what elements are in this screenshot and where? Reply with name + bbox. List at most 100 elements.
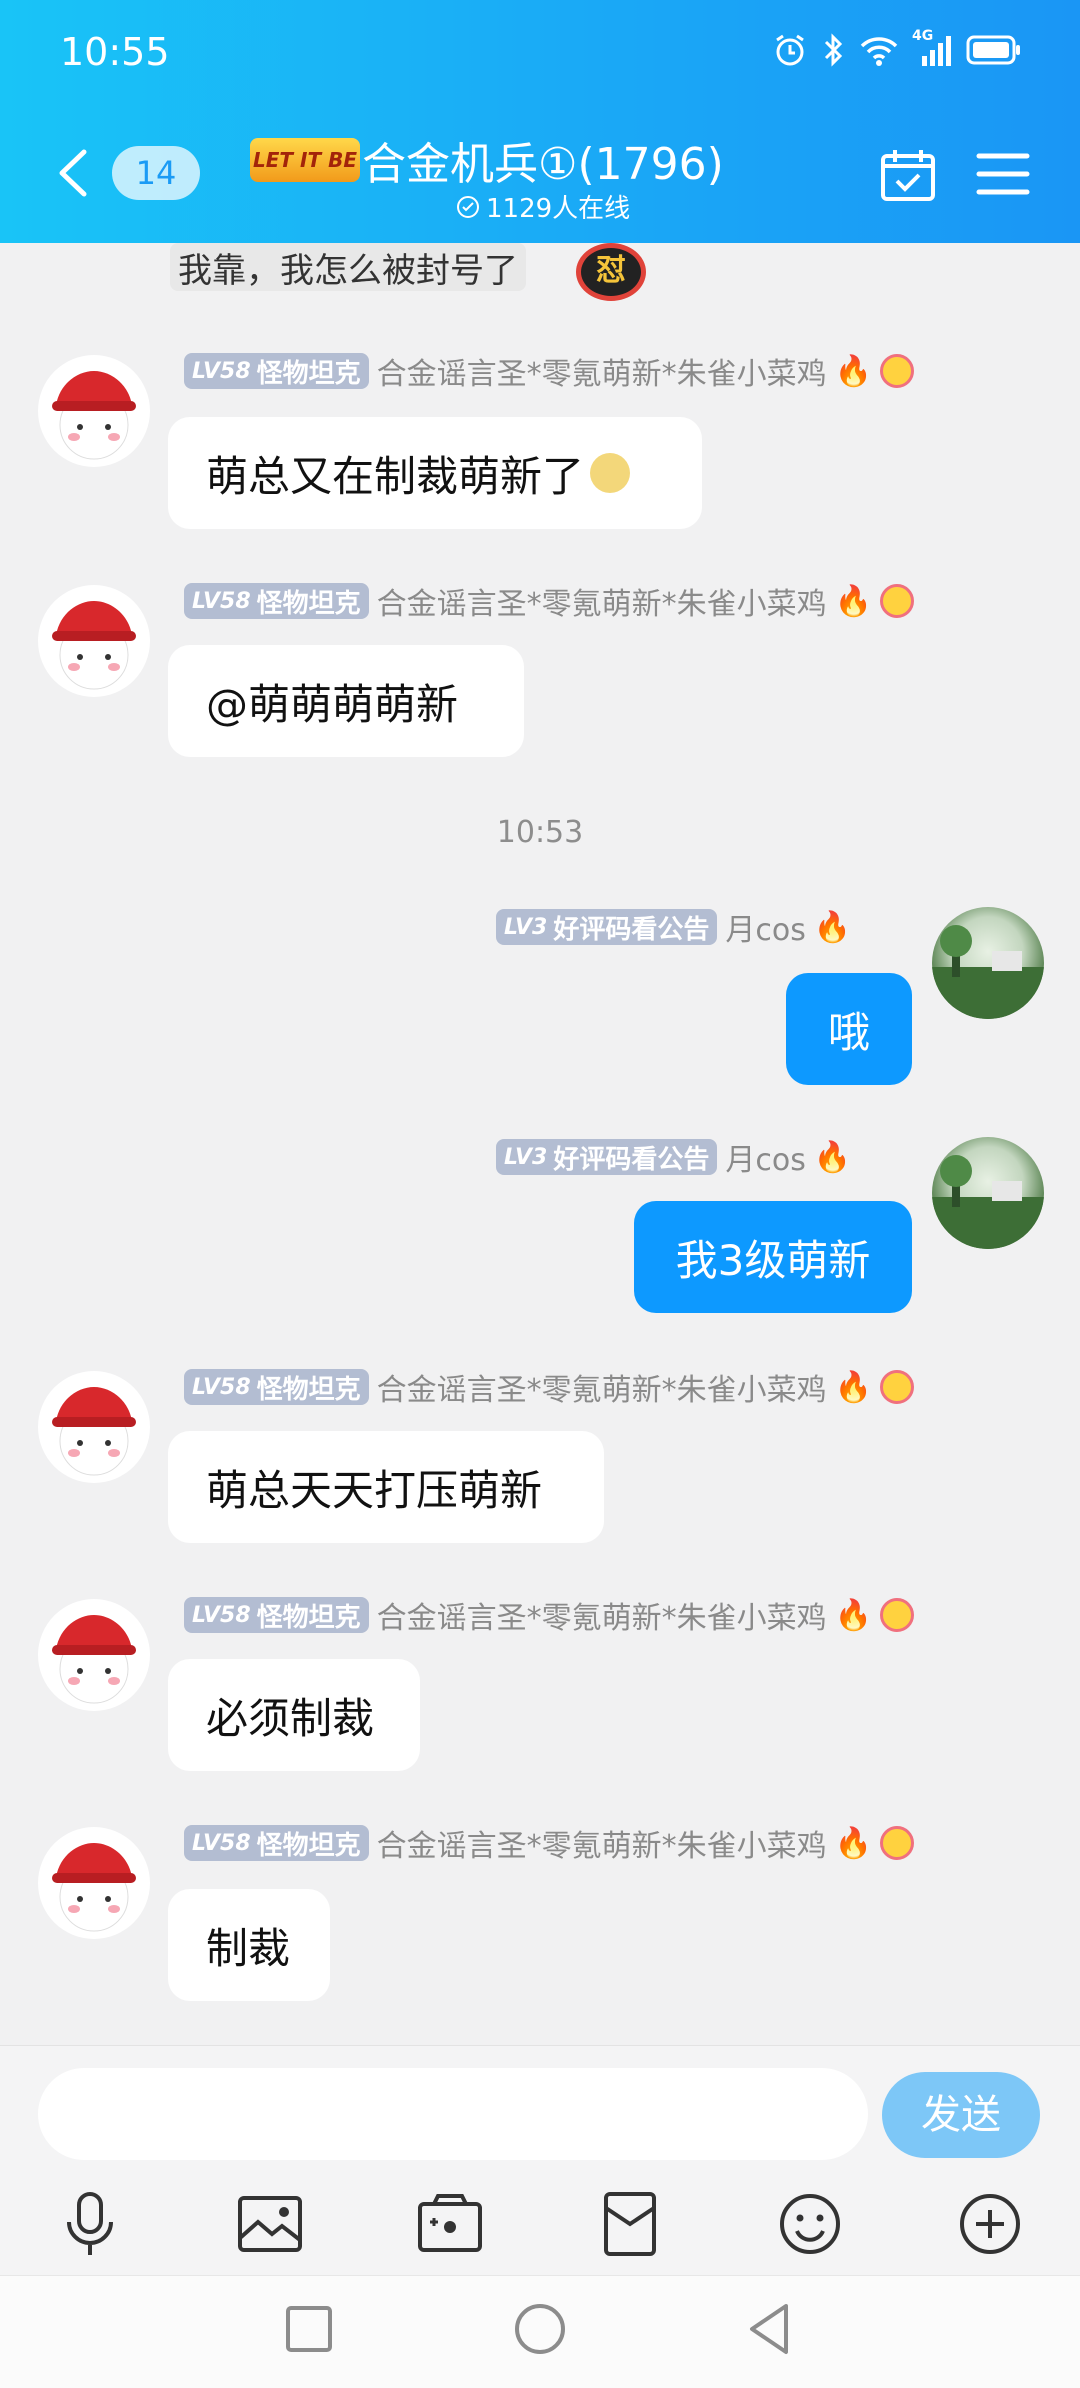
sender-name[interactable]: 月cos bbox=[725, 1135, 805, 1179]
avatar[interactable] bbox=[38, 1371, 150, 1483]
red-packet-icon bbox=[604, 2192, 656, 2256]
online-text: 1129人在线 bbox=[486, 194, 631, 224]
angry-sticker: 怼 bbox=[576, 243, 646, 301]
level-text: LV58 bbox=[192, 588, 251, 614]
voice-button[interactable] bbox=[52, 2186, 128, 2262]
message-list[interactable]: 我靠，我怎么被封号了 怼 LV58 怪物坦克 合金谣言圣*零氪萌新*朱雀小菜鸡 🔥… bbox=[0, 243, 1080, 2045]
signal-icon: 4G bbox=[912, 28, 952, 66]
calendar-check-icon bbox=[881, 150, 935, 201]
level-badge: LV58 怪物坦克 bbox=[184, 1369, 369, 1405]
dizzy-emoji-icon bbox=[590, 453, 631, 493]
avatar[interactable] bbox=[38, 355, 150, 467]
sender-name[interactable]: 合金谣言圣*零氪萌新*朱雀小菜鸡 bbox=[377, 579, 827, 623]
message-text: 哦 bbox=[827, 1007, 870, 1057]
fire-icon: 🔥 bbox=[834, 1369, 873, 1405]
back-button[interactable] bbox=[54, 148, 94, 198]
level-badge: LV3 好评码看公告 bbox=[496, 909, 718, 945]
sender-name[interactable]: 合金谣言圣*零氪萌新*朱雀小菜鸡 bbox=[377, 349, 827, 393]
unread-count-badge[interactable]: 14 bbox=[112, 146, 200, 200]
back-icon bbox=[750, 2304, 788, 2354]
sender-name[interactable]: 合金谣言圣*零氪萌新*朱雀小菜鸡 bbox=[377, 1821, 827, 1865]
message-bubble[interactable]: 萌总又在制裁萌新了 bbox=[168, 417, 702, 529]
online-count: 1129人在线 bbox=[456, 188, 630, 225]
sender-info: LV58 怪物坦克 合金谣言圣*零氪萌新*朱雀小菜鸡 🔥 bbox=[184, 579, 915, 623]
status-time: 10:55 bbox=[60, 30, 170, 74]
emoji-icon bbox=[780, 2194, 840, 2254]
level-title: 怪物坦克 bbox=[256, 358, 361, 389]
red-hat-mascot-icon bbox=[52, 1843, 136, 1932]
message-bubble[interactable]: 萌总天天打压萌新 bbox=[168, 1431, 604, 1543]
home-icon bbox=[515, 2304, 565, 2354]
level-title: 怪物坦克 bbox=[256, 588, 361, 619]
level-badge: LV58 怪物坦克 bbox=[184, 1597, 369, 1633]
smile-badge-icon bbox=[880, 354, 915, 388]
sender-name[interactable]: 合金谣言圣*零氪萌新*朱雀小菜鸡 bbox=[377, 1593, 827, 1637]
group-title[interactable]: 合金机兵①(1796) bbox=[362, 128, 724, 192]
avatar-self[interactable] bbox=[932, 907, 1044, 1019]
level-title: 好评码看公告 bbox=[553, 914, 710, 945]
level-badge: LV58 怪物坦克 bbox=[184, 583, 369, 619]
avatar[interactable] bbox=[38, 1599, 150, 1711]
group-logo[interactable]: LET IT BE bbox=[250, 138, 360, 182]
level-text: LV58 bbox=[192, 1602, 251, 1628]
sender-info: LV58 怪物坦克 合金谣言圣*零氪萌新*朱雀小菜鸡 🔥 bbox=[184, 1593, 915, 1637]
battery-icon bbox=[966, 35, 1022, 65]
sender-name[interactable]: 合金谣言圣*零氪萌新*朱雀小菜鸡 bbox=[377, 1365, 827, 1409]
level-text: LV3 bbox=[504, 1144, 548, 1170]
hamburger-menu-icon bbox=[976, 153, 1030, 195]
sender-info: LV58 怪物坦克 合金谣言圣*零氪萌新*朱雀小菜鸡 🔥 bbox=[184, 1821, 915, 1865]
message-bubble-self[interactable]: 哦 bbox=[786, 973, 912, 1085]
fire-icon: 🔥 bbox=[834, 1825, 873, 1861]
fire-icon: 🔥 bbox=[834, 353, 873, 389]
smile-badge-icon bbox=[880, 1370, 915, 1404]
sender-info: LV58 怪物坦克 合金谣言圣*零氪萌新*朱雀小菜鸡 🔥 bbox=[184, 349, 915, 393]
red-packet-button[interactable] bbox=[592, 2186, 668, 2262]
avatar[interactable] bbox=[38, 585, 150, 697]
camera-icon bbox=[418, 2194, 482, 2252]
message-bubble[interactable]: 必须制裁 bbox=[168, 1659, 420, 1771]
home-button[interactable] bbox=[509, 2298, 571, 2360]
fire-icon: 🔥 bbox=[813, 909, 852, 945]
message-bubble[interactable]: 制裁 bbox=[168, 1889, 330, 2001]
camera-button[interactable] bbox=[412, 2186, 488, 2262]
sender-name[interactable]: 月cos bbox=[725, 905, 805, 949]
level-title: 怪物坦克 bbox=[256, 1602, 361, 1633]
level-text: LV3 bbox=[504, 914, 548, 940]
smile-badge-icon bbox=[880, 1826, 915, 1860]
message-text: 我3级萌新 bbox=[675, 1235, 871, 1285]
more-button[interactable] bbox=[952, 2186, 1028, 2262]
chat-header: 10:55 4G 14 LET IT BE 合金机兵①(1796) 1129人在… bbox=[0, 0, 1080, 243]
image-button[interactable] bbox=[232, 2186, 308, 2262]
network-type: 4G bbox=[912, 28, 934, 44]
group-menu-button[interactable] bbox=[976, 150, 1030, 198]
send-button[interactable]: 发送 bbox=[882, 2072, 1040, 2158]
calendar-checkin-button[interactable] bbox=[880, 148, 936, 202]
level-badge: LV3 好评码看公告 bbox=[496, 1139, 718, 1175]
system-back-button[interactable] bbox=[740, 2298, 802, 2360]
smile-badge-icon bbox=[880, 1598, 915, 1632]
red-hat-mascot-icon bbox=[52, 1615, 136, 1704]
level-badge: LV58 怪物坦克 bbox=[184, 1825, 369, 1861]
sender-info: LV3 好评码看公告 月cos 🔥 bbox=[496, 1135, 851, 1179]
emoji-button[interactable] bbox=[772, 2186, 848, 2262]
message-text: 萌总又在制裁萌新了 bbox=[206, 451, 585, 501]
message-bubble-self[interactable]: 我3级萌新 bbox=[634, 1201, 912, 1313]
avatar-self[interactable] bbox=[932, 1137, 1044, 1249]
message-text: @萌萌萌萌新 bbox=[206, 679, 459, 729]
plus-icon bbox=[960, 2194, 1020, 2254]
red-hat-mascot-icon bbox=[52, 1387, 136, 1476]
level-text: LV58 bbox=[192, 358, 251, 384]
microphone-icon bbox=[67, 2192, 113, 2255]
level-title: 怪物坦克 bbox=[256, 1830, 361, 1861]
message-bubble[interactable]: @萌萌萌萌新 bbox=[168, 645, 524, 757]
landscape-photo-icon bbox=[932, 1155, 1044, 1249]
message-text: 萌总天天打压萌新 bbox=[206, 1465, 543, 1515]
fire-icon: 🔥 bbox=[813, 1139, 852, 1175]
avatar[interactable] bbox=[38, 1827, 150, 1939]
time-divider: 10:53 bbox=[496, 815, 584, 850]
message-input[interactable] bbox=[38, 2068, 868, 2160]
level-text: LV58 bbox=[192, 1830, 251, 1856]
level-badge: LV58 怪物坦克 bbox=[184, 353, 369, 389]
level-text: LV58 bbox=[192, 1374, 251, 1400]
recent-apps-button[interactable] bbox=[278, 2298, 340, 2360]
